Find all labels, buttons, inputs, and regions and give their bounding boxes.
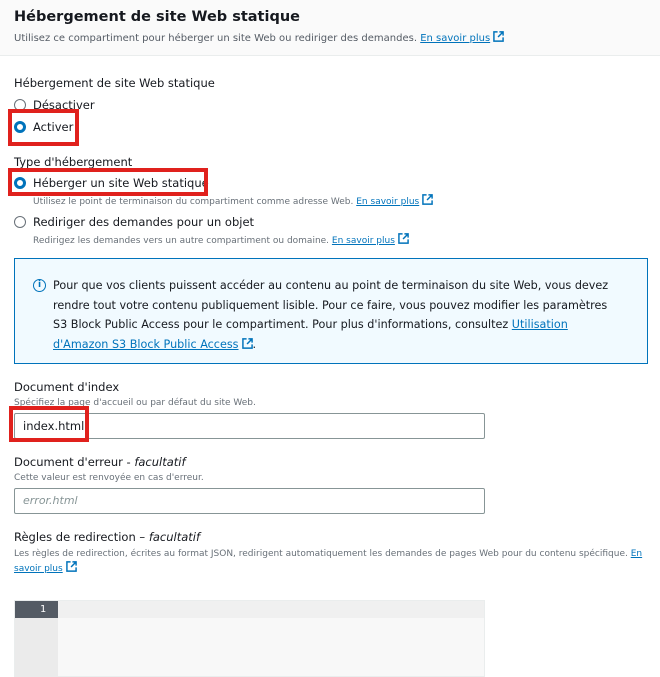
section-header: Hébergement de site Web statique Utilise… (0, 0, 660, 56)
external-link-icon (493, 31, 504, 42)
section-subtitle: Utilisez ce compartiment pour héberger u… (14, 31, 504, 44)
index-doc-label: Document d'index (14, 380, 120, 394)
external-link-icon (65, 561, 77, 572)
error-doc-input[interactable]: error.html (14, 488, 485, 514)
info-icon: i (33, 279, 46, 292)
radio-redirect[interactable]: Rediriger des demandes pour un objet (14, 215, 254, 229)
redirect-rules-editor[interactable]: 1 (14, 600, 485, 677)
editor-active-line[interactable] (58, 601, 484, 618)
redirect-rules-label: Règles de redirection – facultatif (14, 530, 201, 544)
hosting-type-label: Type d'hébergement (14, 155, 133, 169)
info-text: Pour que vos clients puissent accéder au… (53, 279, 609, 351)
highlight-box-index-doc (9, 406, 89, 442)
error-doc-label: Document d'erreur - facultatif (14, 455, 186, 469)
host-static-description: Utilisez le point de terminaison du comp… (33, 194, 434, 207)
external-link-icon (398, 233, 409, 244)
highlight-box-host-static (8, 168, 208, 196)
external-link-icon (422, 194, 434, 205)
radio-label: Rediriger des demandes pour un objet (33, 215, 255, 229)
section-title: Hébergement de site Web statique (14, 9, 300, 25)
highlight-box-enable (8, 109, 79, 146)
learn-more-link[interactable]: En savoir plus (332, 236, 395, 246)
error-doc-description: Cette valeur est renvoyée en cas d'erreu… (14, 473, 204, 483)
external-link-icon (241, 337, 253, 349)
learn-more-link[interactable]: En savoir plus (420, 33, 490, 44)
learn-more-link[interactable]: En savoir plus (356, 197, 419, 207)
redirect-rules-description: Les règles de redirection, écrites au fo… (14, 549, 643, 574)
hosting-label: Hébergement de site Web statique (14, 76, 215, 90)
radio-button[interactable] (14, 216, 26, 228)
info-alert: i Pour que vos clients puissent accéder … (14, 258, 648, 364)
line-number: 1 (15, 601, 58, 618)
redirect-description: Redirigez les demandes vers un autre com… (33, 233, 409, 246)
